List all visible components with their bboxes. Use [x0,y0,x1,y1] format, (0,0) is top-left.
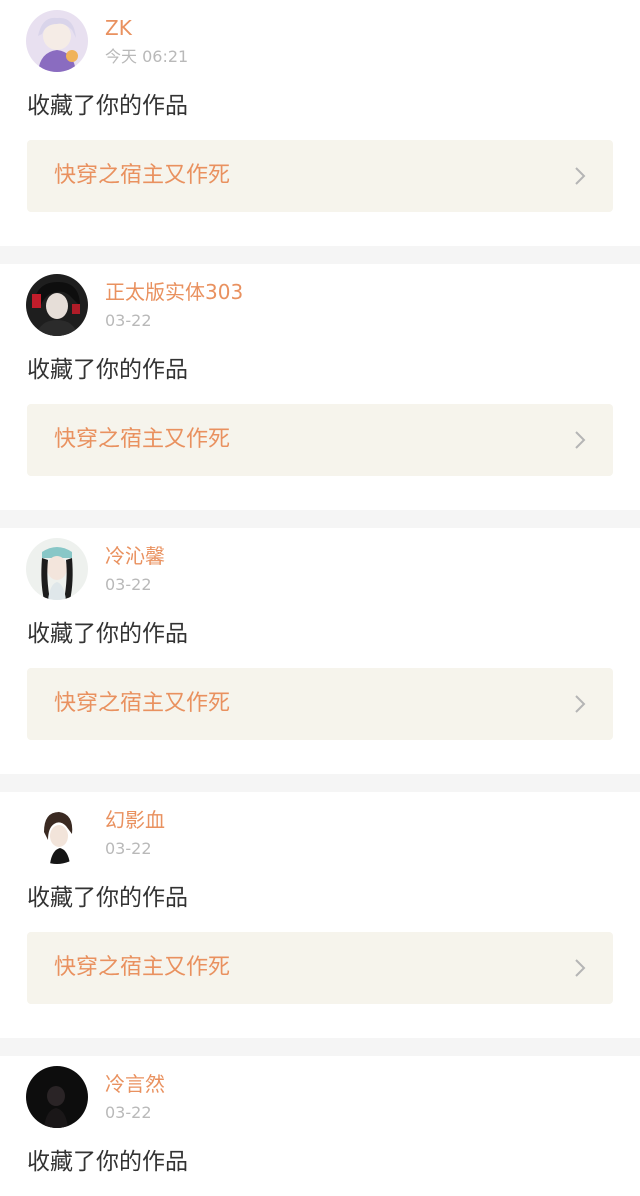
timestamp: 03-22 [105,575,152,594]
notification-card: ZK 今天 06:21 收藏了你的作品 快穿之宿主又作死 [0,0,640,246]
work-link[interactable]: 快穿之宿主又作死 [27,932,613,1004]
work-title: 快穿之宿主又作死 [54,163,231,188]
avatar-image [26,802,88,864]
username[interactable]: 冷沁馨 [105,544,165,568]
chevron-right-icon [575,959,586,977]
notification-feed: ZK 今天 06:21 收藏了你的作品 快穿之宿主又作死 正太版实体303 03… [0,0,640,1196]
user-avatar[interactable] [26,10,88,72]
notification-card: 幻影血 03-22 收藏了你的作品 快穿之宿主又作死 [0,792,640,1038]
separator [0,1038,640,1056]
separator [0,774,640,792]
action-text: 收藏了你的作品 [27,93,188,119]
timestamp: 03-22 [105,839,152,858]
action-text: 收藏了你的作品 [27,621,188,647]
work-link[interactable]: 快穿之宿主又作死 [27,404,613,476]
avatar-image [26,274,88,336]
username[interactable]: 冷言然 [105,1072,165,1096]
work-link[interactable]: 快穿之宿主又作死 [27,140,613,212]
work-link[interactable]: 快穿之宿主又作死 [27,668,613,740]
notification-card: 正太版实体303 03-22 收藏了你的作品 快穿之宿主又作死 [0,264,640,510]
action-text: 收藏了你的作品 [27,1149,188,1175]
separator [0,510,640,528]
user-avatar[interactable] [26,274,88,336]
chevron-right-icon [575,167,586,185]
username[interactable]: ZK [105,16,132,40]
timestamp: 今天 06:21 [105,47,189,66]
avatar-image [26,1066,88,1128]
work-title: 快穿之宿主又作死 [54,955,231,980]
notification-card: 冷言然 03-22 收藏了你的作品 [0,1056,640,1196]
timestamp: 03-22 [105,311,152,330]
avatar-image [26,10,88,72]
action-text: 收藏了你的作品 [27,885,188,911]
timestamp: 03-22 [105,1103,152,1122]
username[interactable]: 正太版实体303 [105,280,243,304]
work-title: 快穿之宿主又作死 [54,691,231,716]
user-avatar[interactable] [26,802,88,864]
user-avatar[interactable] [26,538,88,600]
avatar-image [26,538,88,600]
notification-card: 冷沁馨 03-22 收藏了你的作品 快穿之宿主又作死 [0,528,640,774]
chevron-right-icon [575,695,586,713]
username[interactable]: 幻影血 [105,808,165,832]
separator [0,246,640,264]
action-text: 收藏了你的作品 [27,357,188,383]
user-avatar[interactable] [26,1066,88,1128]
chevron-right-icon [575,431,586,449]
work-title: 快穿之宿主又作死 [54,427,231,452]
